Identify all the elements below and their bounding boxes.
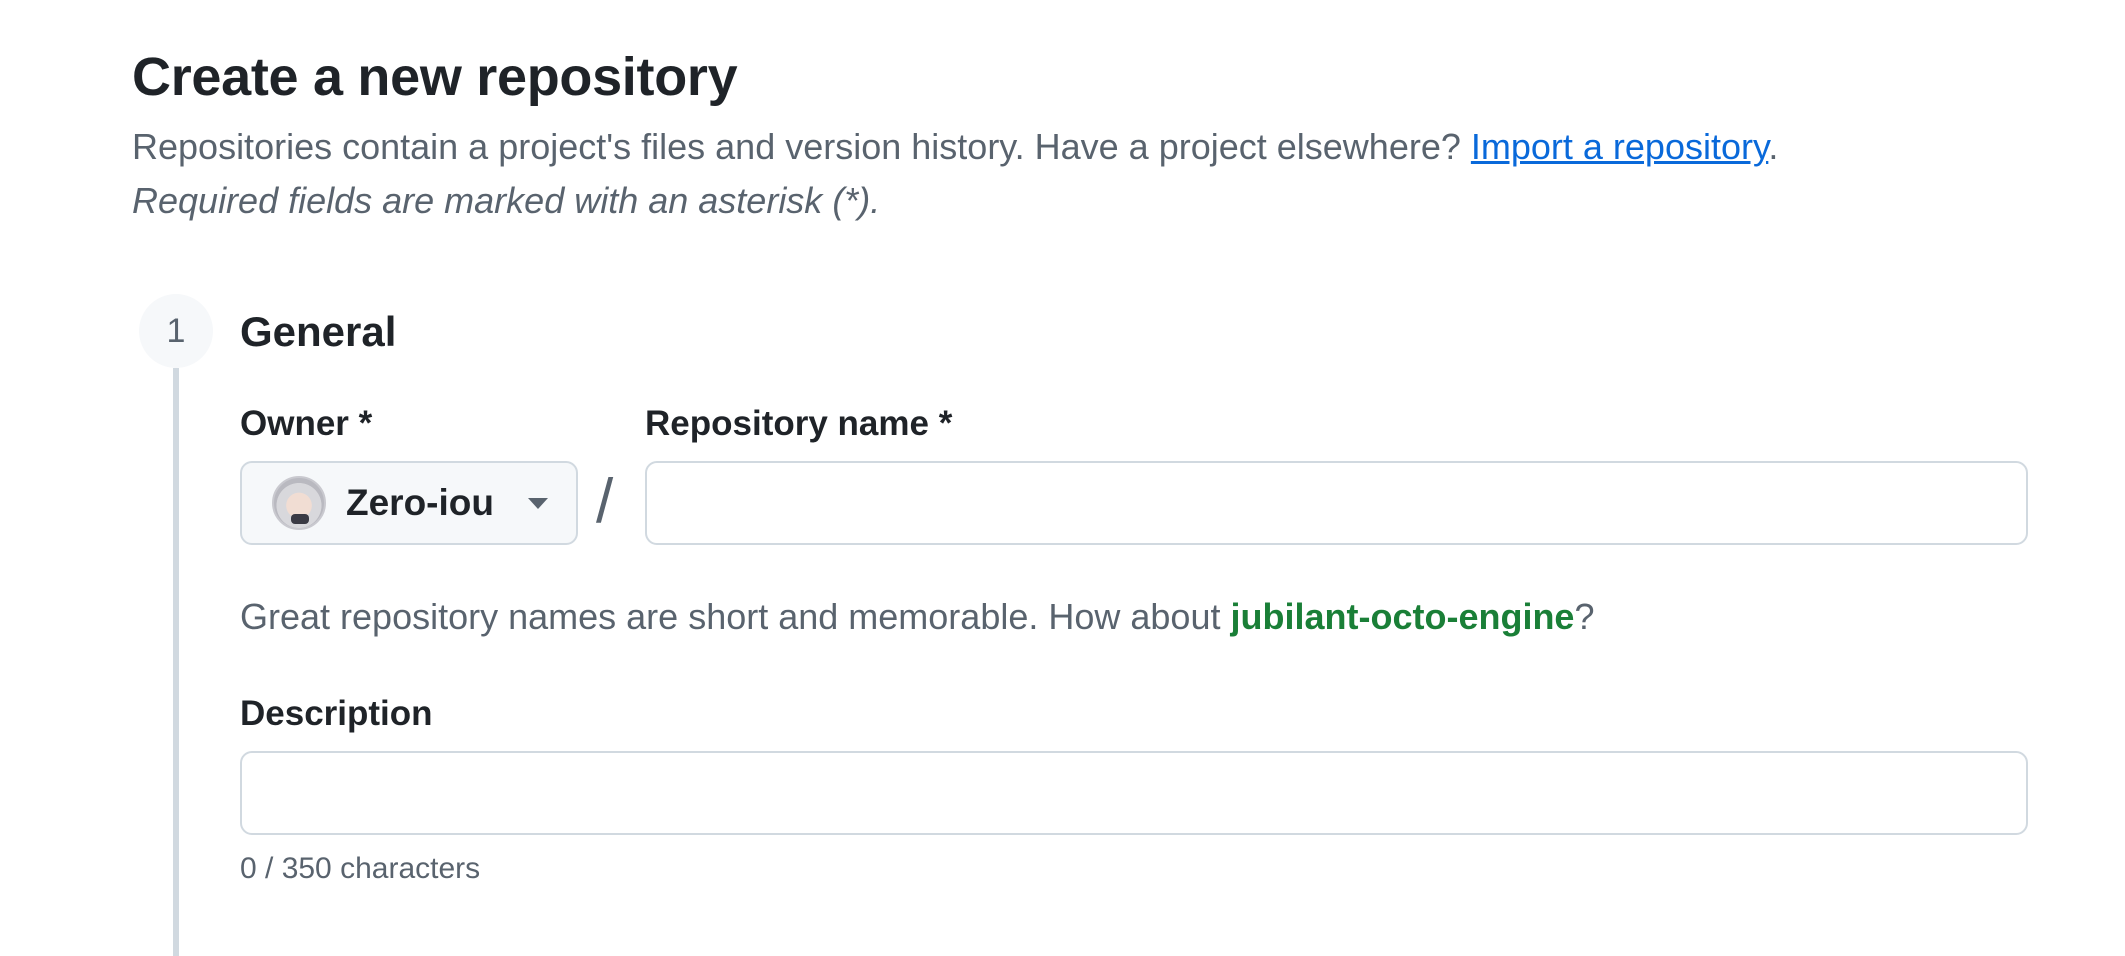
- subtitle-period: .: [1768, 126, 1779, 167]
- repository-name-hint: Great repository names are short and mem…: [240, 596, 1594, 638]
- repository-name-input[interactable]: [645, 461, 2028, 545]
- hint-suffix: ?: [1574, 596, 1595, 637]
- description-character-counter: 0 / 350 characters: [240, 852, 481, 885]
- caret-down-icon: [527, 497, 548, 509]
- suggested-name-link[interactable]: jubilant-octo-engine: [1230, 596, 1574, 637]
- owner-label: Owner *: [240, 404, 373, 443]
- repository-name-label: Repository name *: [645, 404, 953, 443]
- user-avatar-icon: [272, 476, 326, 530]
- description-label: Description: [240, 694, 433, 733]
- owner-select-button[interactable]: Zero-iou: [240, 461, 578, 545]
- section-title-general: General: [240, 308, 397, 355]
- required-fields-note: Required fields are marked with an aster…: [132, 180, 881, 221]
- owner-repo-separator: /: [596, 467, 614, 536]
- step-number-badge: 1: [139, 294, 213, 368]
- import-repository-link[interactable]: Import a repository: [1471, 126, 1768, 167]
- hint-prefix: Great repository names are short and mem…: [240, 596, 1231, 637]
- description-input[interactable]: [240, 751, 2028, 835]
- page-title: Create a new repository: [132, 47, 738, 107]
- step-connector-line: [173, 368, 179, 956]
- create-repository-page: Create a new repository Repositories con…: [0, 0, 2125, 956]
- page-subtitle: Repositories contain a project's files a…: [132, 126, 1778, 168]
- owner-name: Zero-iou: [346, 482, 494, 523]
- subtitle-text: Repositories contain a project's files a…: [132, 126, 1471, 167]
